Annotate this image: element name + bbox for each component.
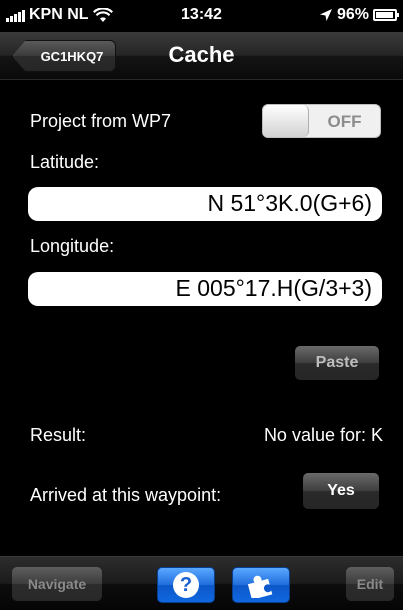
navigate-button[interactable]: Navigate	[12, 567, 102, 601]
latitude-label: Latitude:	[30, 152, 100, 172]
cache-form: Project from WP7 OFF Latitude: N 51°3K.0…	[0, 81, 403, 556]
project-toggle[interactable]: OFF	[262, 104, 381, 138]
toggle-knob	[263, 105, 309, 137]
longitude-label: Longitude:	[30, 236, 115, 256]
bottom-toolbar: Navigate ? Edit	[0, 556, 403, 610]
page-title: Cache	[168, 42, 235, 67]
navigation-bar: GC1HKQ7 Cache	[0, 32, 403, 80]
edit-button[interactable]: Edit	[346, 567, 394, 601]
arrived-label: Arrived at this waypoint:	[30, 485, 222, 505]
puzzle-icon	[247, 575, 273, 598]
longitude-field[interactable]: E 005°17.H(G/3+3)	[28, 272, 382, 306]
puzzle-button[interactable]	[232, 567, 290, 603]
toggle-state: OFF	[327, 112, 362, 131]
location-arrow-icon	[319, 9, 332, 21]
app-screen: KPN NL 13:42 96% GC1HKQ7 Cache Project f…	[0, 0, 403, 610]
battery-icon	[373, 9, 399, 21]
status-bar: KPN NL 13:42 96%	[0, 0, 403, 32]
result-value: No value for: K	[263, 425, 383, 445]
help-button[interactable]: ?	[157, 567, 215, 603]
project-label: Project from WP7	[30, 111, 172, 131]
paste-button[interactable]: Paste	[295, 346, 379, 380]
result-label: Result:	[30, 425, 87, 445]
latitude-field[interactable]: N 51°3K.0(G+6)	[28, 187, 382, 221]
battery-percent: 96%	[336, 6, 369, 23]
arrived-yes-button[interactable]: Yes	[303, 473, 379, 509]
question-icon: ?	[173, 572, 199, 598]
status-right: 96%	[319, 6, 399, 24]
